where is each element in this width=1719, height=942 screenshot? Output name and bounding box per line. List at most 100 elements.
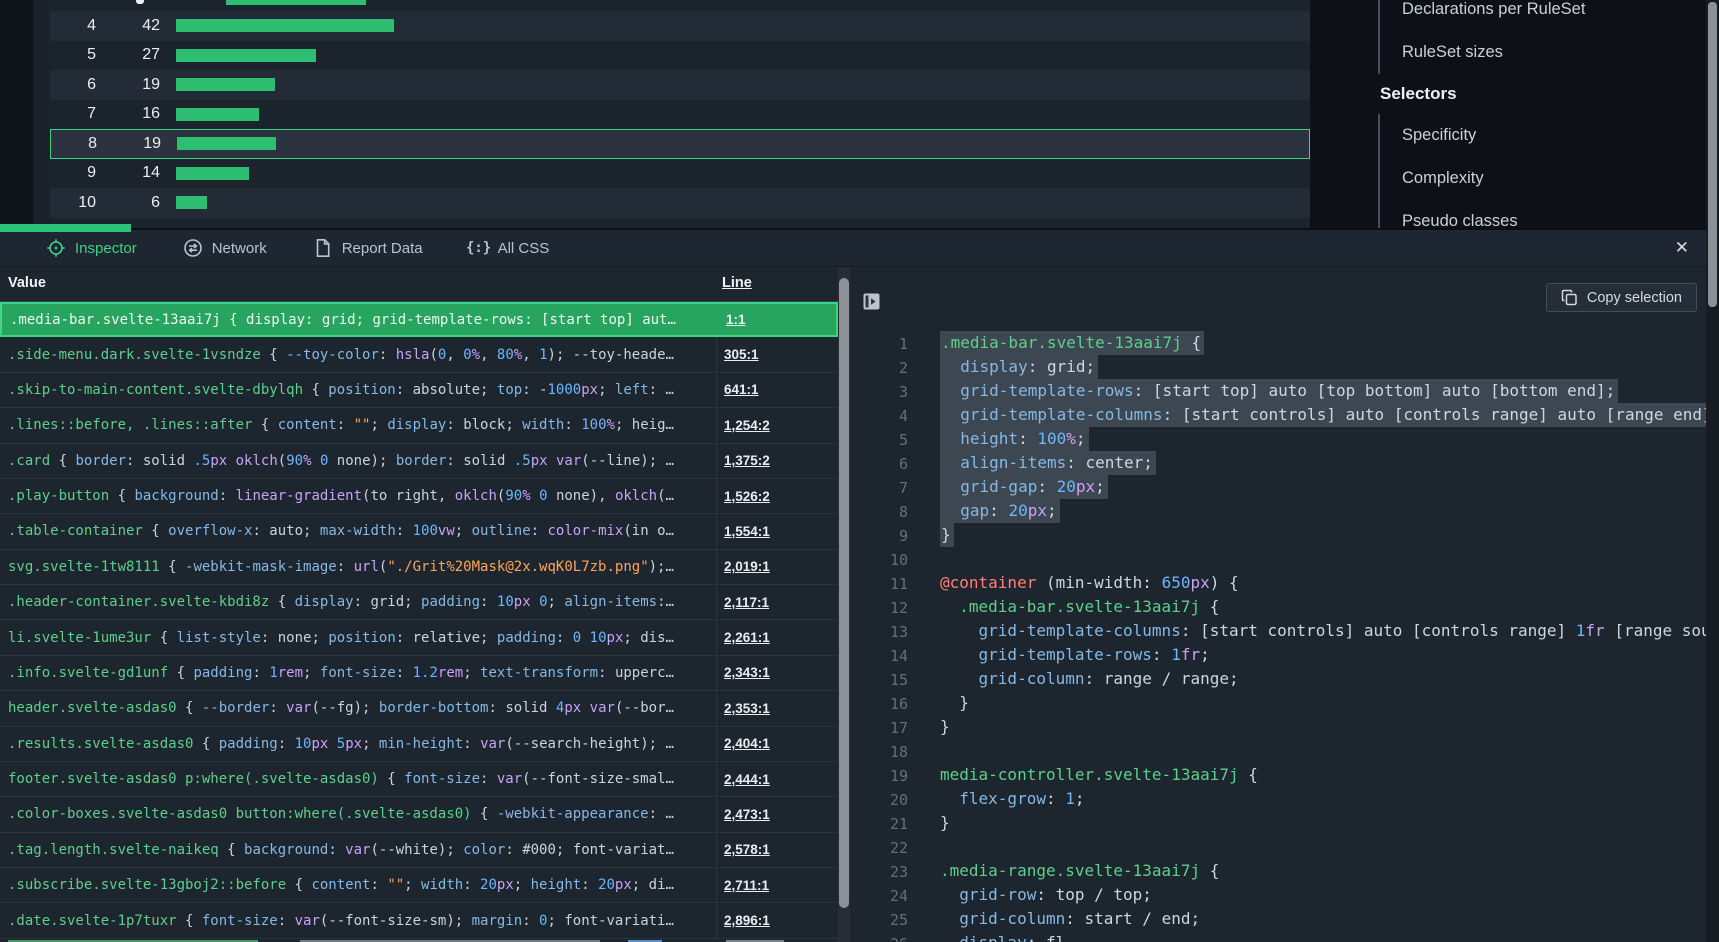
rule-value: .color-boxes.svelte-asdas0 button:where(…	[0, 806, 716, 822]
close-icon[interactable]: ✕	[1675, 238, 1689, 258]
line-link[interactable]: 2,019:1	[716, 550, 838, 584]
tab-inspector[interactable]: Inspector	[46, 238, 137, 258]
line-number: 15	[850, 671, 908, 689]
line-number: 7	[850, 479, 908, 497]
line-number: 12	[850, 599, 908, 617]
panel-toggle-icon[interactable]	[863, 293, 880, 310]
table-row[interactable]: .results.svelte-asdas0 { padding: 10px 5…	[0, 727, 838, 762]
row-label: 8	[51, 135, 97, 153]
line-link[interactable]: 2,343:1	[716, 656, 838, 690]
row-bar	[177, 137, 276, 150]
line-link[interactable]: 2,444:1	[716, 762, 838, 796]
row-bar	[176, 78, 275, 91]
table-row[interactable]: .lines::before, .lines::after { content:…	[0, 408, 838, 443]
chart-row[interactable]: 716	[50, 100, 1310, 130]
line-link[interactable]: 1:1	[718, 304, 836, 335]
sidebar-item-declarations-per-ruleset[interactable]: Declarations per RuleSet	[1402, 0, 1706, 31]
line-link[interactable]: 1,526:2	[716, 479, 838, 513]
table-row[interactable]: svg.svelte-1tw8111 { -webkit-mask-image:…	[0, 550, 838, 585]
chart-row[interactable]: 106	[50, 188, 1310, 218]
line-number: 23	[850, 863, 908, 881]
chart-row[interactable]: 442	[50, 11, 1310, 41]
line-link[interactable]: 2,353:1	[716, 691, 838, 725]
table-row[interactable]: header.svelte-asdas0 { --border: var(--f…	[0, 691, 838, 726]
table-scrollbar[interactable]	[838, 267, 850, 942]
line-link[interactable]: 2,896:1	[716, 903, 838, 937]
css-analyzer-app: 442527619716819914106 Declarations per R…	[0, 0, 1719, 942]
rule-value: svg.svelte-1tw8111 { -webkit-mask-image:…	[0, 559, 716, 575]
tab-network[interactable]: Network	[183, 238, 267, 258]
table-row[interactable]: .media-bar.svelte-13aai7j { display: gri…	[0, 302, 838, 337]
line-link[interactable]: 2,578:1	[716, 833, 838, 867]
line-link[interactable]: 2,711:1	[716, 868, 838, 902]
tab-all-css[interactable]: {:}All CSS	[469, 238, 550, 258]
table-row[interactable]: .subscribe.svelte-13gboj2::before { cont…	[0, 868, 838, 903]
table-row[interactable]: .color-boxes.svelte-asdas0 button:where(…	[0, 797, 838, 832]
line-link[interactable]: 1,375:2	[716, 444, 838, 478]
rule-value: .header-container.svelte-kbdi8z { displa…	[0, 594, 716, 610]
tab-report-data[interactable]: Report Data	[313, 238, 423, 258]
table-row[interactable]: .info.svelte-gd1unf { padding: 1rem; fon…	[0, 656, 838, 691]
table-row[interactable]: .side-menu.dark.svelte-1vsndze { --toy-c…	[0, 337, 838, 372]
row-label: 9	[50, 164, 96, 182]
table-row[interactable]: footer.svelte-asdas0 p:where(.svelte-asd…	[0, 762, 838, 797]
network-icon	[183, 238, 203, 258]
sidebar-item-specificity[interactable]: Specificity	[1402, 114, 1706, 157]
row-bar	[176, 19, 394, 32]
line-text: height: 100%;	[940, 429, 1089, 448]
panel-tabbar: Inspector Network Report Data {:}All CSS	[0, 230, 1719, 267]
line-number: 11	[850, 575, 908, 593]
page-scrollbar-thumb[interactable]	[1708, 2, 1717, 307]
table-row[interactable]: .header-container.svelte-kbdi8z { displa…	[0, 585, 838, 620]
rule-value: .play-button { background: linear-gradie…	[0, 488, 716, 504]
top-region: 442527619716819914106 Declarations per R…	[0, 0, 1719, 228]
column-header-line[interactable]: Line	[722, 275, 752, 291]
line-text: .media-bar.svelte-13aai7j {	[940, 333, 1204, 352]
left-gutter-inner	[33, 0, 50, 228]
table-row[interactable]: li.svelte-1ume3ur { list-style: none; po…	[0, 620, 838, 655]
sidebar-item-complexity[interactable]: Complexity	[1402, 157, 1706, 200]
table-row[interactable]: .skip-to-main-content.svelte-dbylqh { po…	[0, 373, 838, 408]
row-label: 5	[50, 46, 96, 64]
sidebar-group-rulesets: Declarations per RuleSetRuleSet sizes	[1378, 0, 1706, 74]
chart-row[interactable]: 619	[50, 70, 1310, 100]
document-icon	[313, 238, 333, 258]
line-link[interactable]: 2,473:1	[716, 797, 838, 831]
line-number: 19	[850, 767, 908, 785]
row-value: 27	[96, 46, 160, 64]
table-row[interactable]: .tag.length.svelte-naikeq { background: …	[0, 833, 838, 868]
chart-row[interactable]: 914	[50, 159, 1310, 189]
inspector-table: Value Line .media-bar.svelte-13aai7j { d…	[0, 267, 838, 942]
page-scrollbar[interactable]	[1706, 0, 1719, 942]
line-number: 26	[850, 935, 908, 942]
line-text: grid-template-rows: 1fr;	[940, 645, 1210, 664]
chart-row[interactable]: 527	[50, 41, 1310, 71]
line-link[interactable]: 1,554:1	[716, 514, 838, 548]
chart-row[interactable]: 819	[50, 129, 1310, 159]
table-scrollbar-thumb[interactable]	[839, 278, 849, 908]
table-row[interactable]: .date.svelte-1p7tuxr { font-size: var(--…	[0, 903, 838, 938]
line-text: media-controller.svelte-13aai7j {	[940, 765, 1258, 784]
line-text: .media-range.svelte-13aai7j {	[940, 861, 1219, 880]
copy-selection-button[interactable]: Copy selection	[1546, 283, 1697, 312]
line-link[interactable]: 305:1	[716, 337, 838, 371]
line-text: @container (min-width: 650px) {	[940, 573, 1239, 592]
row-label: 7	[50, 105, 96, 123]
table-row[interactable]: .table-container { overflow-x: auto; max…	[0, 514, 838, 549]
line-link[interactable]: 2,404:1	[716, 727, 838, 761]
line-text: }	[940, 813, 950, 832]
code-viewer: Copy selection 1.media-bar.svelte-13aai7…	[850, 267, 1719, 942]
chart-rows: 442527619716819914106	[50, 11, 1310, 218]
table-row[interactable]: .card { border: solid .5px oklch(90% 0 n…	[0, 444, 838, 479]
table-row[interactable]: .play-button { background: linear-gradie…	[0, 479, 838, 514]
code-header: Copy selection	[850, 267, 1719, 311]
line-text: }	[940, 693, 969, 712]
line-link[interactable]: 2,261:1	[716, 620, 838, 654]
line-link[interactable]: 641:1	[716, 373, 838, 407]
rule-value: .media-bar.svelte-13aai7j { display: gri…	[2, 312, 718, 328]
line-number: 16	[850, 695, 908, 713]
line-link[interactable]: 2,117:1	[716, 585, 838, 619]
sidebar-item-ruleset-sizes[interactable]: RuleSet sizes	[1402, 31, 1706, 74]
line-number: 6	[850, 455, 908, 473]
line-link[interactable]: 1,254:2	[716, 408, 838, 442]
